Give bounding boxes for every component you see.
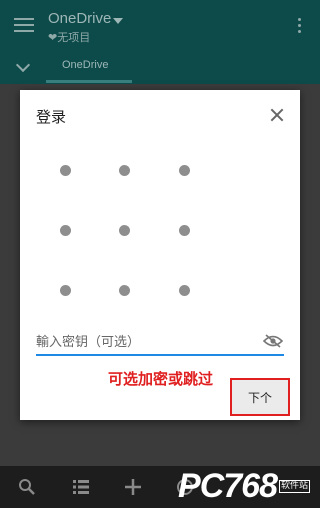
watermark-logo: PC768 软件站 (178, 466, 310, 505)
pattern-dot[interactable] (119, 165, 130, 176)
search-icon[interactable] (18, 478, 36, 496)
pattern-dot[interactable] (60, 225, 71, 236)
list-view-icon[interactable] (72, 478, 90, 496)
pattern-dot[interactable] (60, 165, 71, 176)
app-header: OneDrive ❤无项目 OneDrive (0, 0, 320, 84)
app-title[interactable]: OneDrive (48, 10, 111, 27)
add-icon[interactable] (124, 478, 142, 496)
title-dropdown-icon[interactable] (113, 18, 123, 24)
pattern-dot[interactable] (179, 165, 190, 176)
overflow-menu-icon[interactable] (298, 18, 302, 34)
annotation-optional-encrypt-or-skip: 可选加密或跳过 (108, 370, 214, 388)
dialog-title: 登录 (36, 108, 67, 126)
password-field[interactable] (36, 330, 284, 356)
chevron-down-icon[interactable] (15, 57, 31, 73)
next-button[interactable]: 下个 (230, 378, 290, 416)
pattern-dot[interactable] (179, 225, 190, 236)
visibility-off-icon[interactable] (263, 334, 283, 348)
hamburger-menu-icon[interactable] (14, 18, 34, 32)
pattern-dot[interactable] (119, 285, 130, 296)
pattern-dot[interactable] (179, 285, 190, 296)
tab-onedrive[interactable]: OneDrive (62, 59, 108, 71)
tab-indicator (46, 80, 132, 83)
watermark-tag: 软件站 (278, 479, 310, 493)
app-subtitle: ❤无项目 (48, 31, 91, 44)
close-icon[interactable] (270, 108, 284, 122)
watermark-brand: PC768 (178, 466, 278, 505)
pattern-dot[interactable] (119, 225, 130, 236)
pattern-dot[interactable] (60, 285, 71, 296)
login-dialog: 登录 可选加密或跳过 下个 (20, 90, 300, 420)
